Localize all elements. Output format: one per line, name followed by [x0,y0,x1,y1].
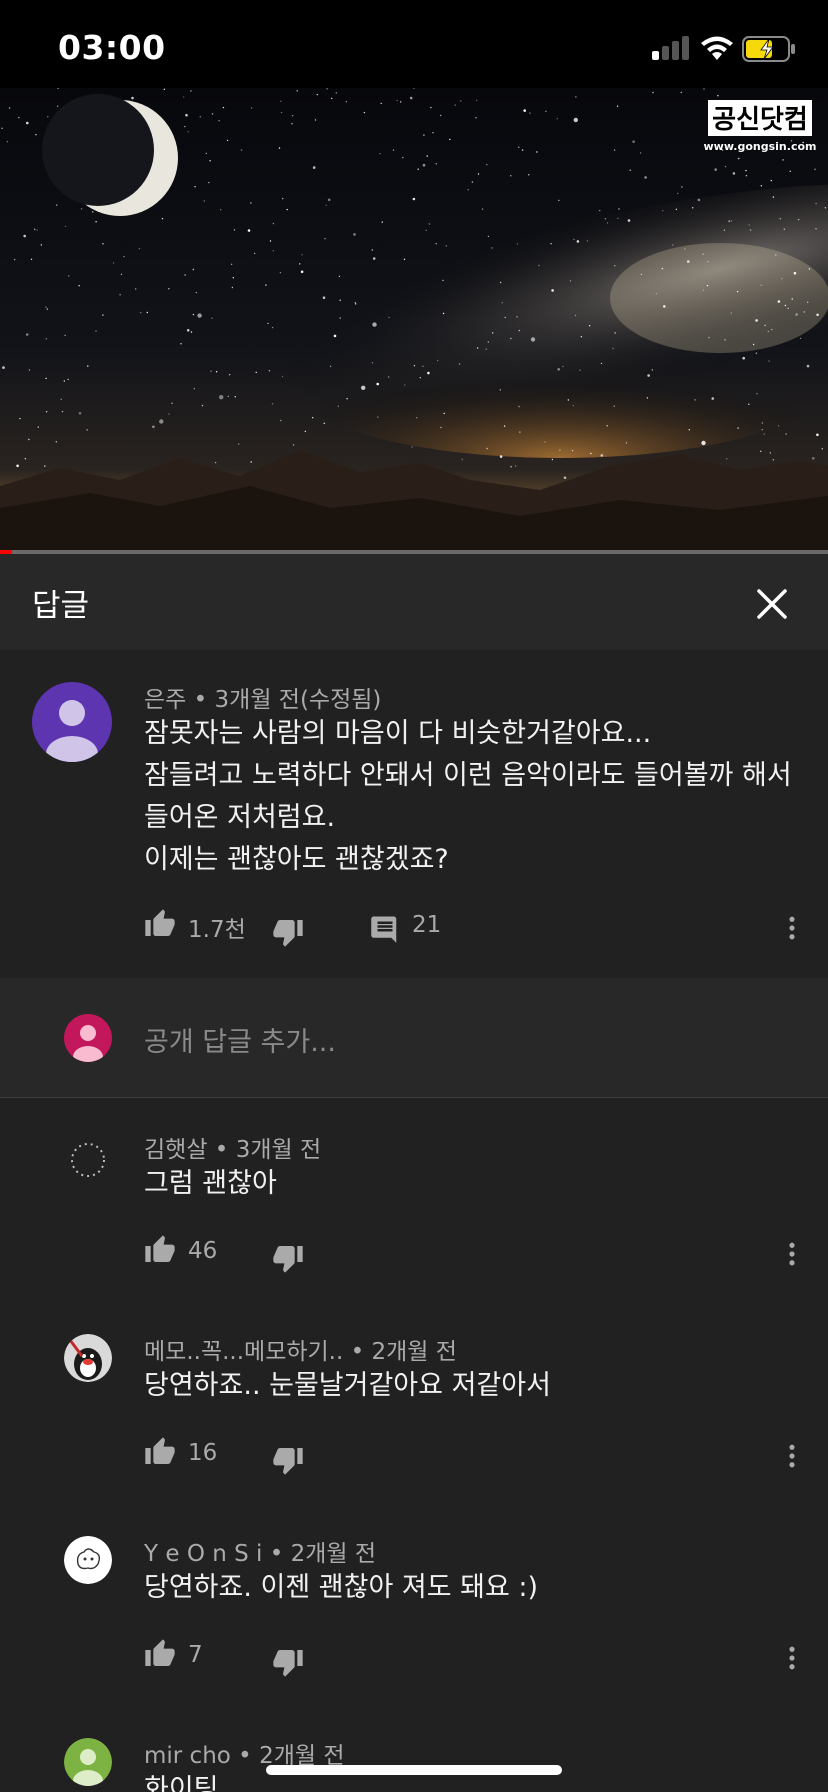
comment-line: 잠들려고 노력하다 안돼서 이런 음악이라도 들어볼까 해서 [144,760,792,791]
more-options-icon[interactable] [778,1644,806,1672]
dislike-button[interactable] [272,1242,304,1274]
more-options-icon[interactable] [778,1442,806,1470]
comment-time: 2개월 전 [290,1541,377,1567]
comment-text: 당연하죠.. 눈물날거같아요 저같아서 [144,1370,551,1401]
like-count: 1.7천 [188,917,246,943]
close-icon [757,589,787,619]
person-icon [73,1025,103,1062]
video-player[interactable]: 공신닷컴 www.gongsin.com [0,88,828,554]
watermark-url: www.gongsin.com [704,140,817,153]
replies-title: 답글 [32,588,90,624]
avatar[interactable] [64,1136,112,1184]
comment-author[interactable]: 김햇살 [144,1137,207,1163]
watermark-title: 공신닷컴 [712,105,808,135]
comment-text: 그럼 괜찮아 [144,1168,277,1199]
more-options-icon[interactable] [778,1240,806,1268]
reply-item: Y e O n S i • 2개월 전 당연하죠. 이젠 괜찮아 져도 돼요 :… [0,1502,828,1704]
comment-author[interactable]: 메모..꼭...메모하기.. [144,1339,343,1365]
parent-comment: 은주 • 3개월 전(수정됨) 잠못자는 사람의 마음이 다 비슷한거같아요..… [0,650,828,978]
reply-item: 메모..꼭...메모하기.. • 2개월 전 당연하죠.. 눈물날거같아요 저같… [0,1300,828,1502]
avatar[interactable] [64,1536,112,1584]
replies-header: 답글 [0,554,828,650]
like-count: 16 [188,1440,218,1466]
comment-author[interactable]: mir cho [144,1743,231,1769]
like-button[interactable] [144,1234,176,1266]
comment-author[interactable]: Y e O n S i [144,1541,262,1567]
more-options-icon[interactable] [778,914,806,942]
status-bar: 03:00 [0,0,828,88]
dislike-button[interactable] [272,1646,304,1678]
reply-item: 김햇살 • 3개월 전 그럼 괜찮아 46 [0,1098,828,1300]
comment-text: 잠못자는 사람의 마음이 다 비슷한거같아요... 잠들려고 노력하다 안돼서 … [144,713,804,881]
like-button[interactable] [144,1436,176,1468]
reply-comment-icon[interactable] [370,914,400,944]
comment-time: 2개월 전 [371,1339,457,1365]
reply-count: 21 [412,912,442,938]
comment-meta: 김햇살 • 3개월 전 [144,1137,322,1163]
close-button[interactable] [748,580,796,628]
comment-time: 3개월 전(수정됨) [214,687,382,713]
video-frame: 공신닷컴 www.gongsin.com [0,88,828,554]
wifi-icon [701,36,733,60]
dislike-button[interactable] [272,916,304,948]
like-button[interactable] [144,1638,176,1670]
comment-meta: 메모..꼭...메모하기.. • 2개월 전 [144,1339,457,1365]
person-icon [46,700,98,762]
avatar [64,1014,112,1062]
reply-item: mir cho • 2개월 전 화이팅 [0,1704,828,1792]
home-indicator[interactable] [266,1765,562,1775]
like-count: 7 [188,1642,203,1668]
add-reply-input[interactable]: 공개 답글 추가... [144,1020,336,1059]
cellular-signal-icon [652,36,692,60]
comment-line: 잠못자는 사람의 마음이 다 비슷한거같아요... [144,718,652,749]
avatar[interactable] [64,1738,112,1786]
battery-charging-icon [742,36,795,62]
status-time: 03:00 [58,28,166,67]
avatar[interactable] [64,1334,112,1382]
comment-text: 당연하죠. 이젠 괜찮아 져도 돼요 :) [144,1572,539,1603]
comment-line: 들어온 저처럼요. [144,802,336,833]
comment-meta: Y e O n S i • 2개월 전 [144,1541,377,1567]
dislike-button[interactable] [272,1444,304,1476]
comment-line: 이제는 괜찮아도 괜찮겠죠? [144,844,449,875]
like-count: 46 [188,1238,218,1264]
comment-meta: 은주 • 3개월 전(수정됨) [144,687,382,713]
screen: 03:00 공신닷컴 www.gongsin.com 답글 은주 • 3개월 전… [0,0,828,1792]
comment-time: 3개월 전 [235,1137,322,1163]
comment-author[interactable]: 은주 [144,687,186,713]
add-reply-row[interactable]: 공개 답글 추가... [0,978,828,1098]
comment-actions: 1.7천 21 [0,908,828,948]
like-button[interactable] [144,908,176,940]
comment-text: 화이팅 [144,1774,219,1792]
avatar[interactable] [32,682,112,762]
